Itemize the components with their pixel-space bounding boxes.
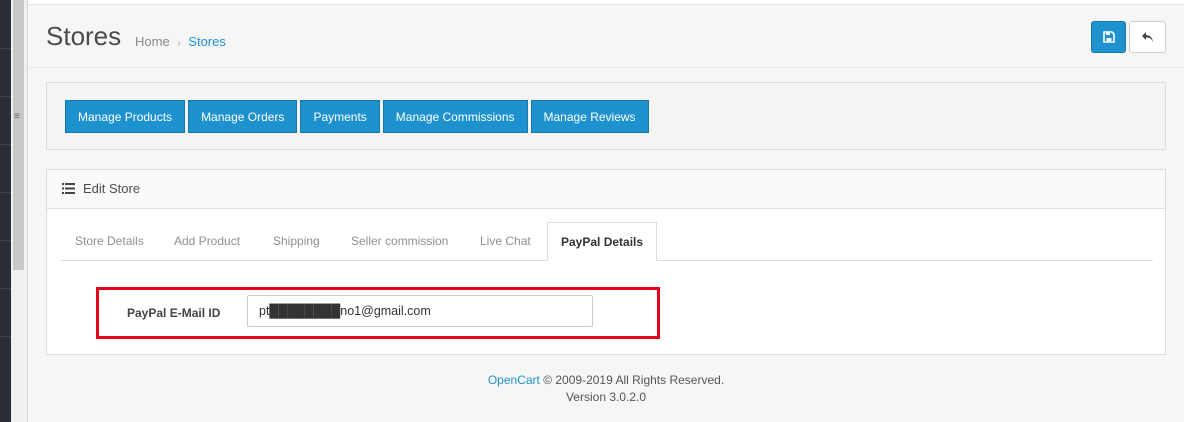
tab-shipping[interactable]: Shipping — [273, 222, 320, 260]
sidebar-scrollbar[interactable]: ≡ — [11, 0, 28, 422]
page-header: Stores Home › Stores — [28, 5, 1184, 68]
tab-live-chat[interactable]: Live Chat — [480, 222, 531, 260]
reply-icon — [1142, 32, 1153, 42]
left-sidebar-edge — [0, 0, 11, 422]
panel-heading: Edit Store — [47, 170, 1165, 209]
manage-products-button[interactable]: Manage Products — [65, 100, 186, 133]
manage-commissions-button[interactable]: Manage Commissions — [382, 100, 528, 133]
tab-paypal-details[interactable]: PayPal Details — [547, 222, 658, 261]
edit-store-panel: Edit Store Store Details Add Product Shi… — [46, 169, 1166, 355]
save-button[interactable] — [1091, 21, 1126, 53]
paypal-email-label: PayPal E-Mail ID — [127, 306, 221, 320]
tab-add-product[interactable]: Add Product — [174, 222, 240, 260]
payments-button[interactable]: Payments — [300, 100, 380, 133]
breadcrumb-home[interactable]: Home — [135, 34, 170, 49]
save-icon — [1102, 31, 1115, 43]
copyright-text: © 2009-2019 All Rights Reserved. — [543, 373, 725, 387]
version-text: Version 3.0.2.0 — [565, 390, 647, 404]
manage-reviews-button[interactable]: Manage Reviews — [530, 100, 649, 133]
list-icon — [62, 183, 75, 194]
panel-title: Edit Store — [83, 181, 141, 196]
opencart-link[interactable]: OpenCart — [488, 373, 540, 387]
footer: OpenCart © 2009-2019 All Rights Reserved… — [28, 372, 1184, 406]
scrollbar-thumb[interactable] — [13, 0, 24, 270]
page-title: Stores — [46, 21, 122, 51]
manage-orders-button[interactable]: Manage Orders — [188, 100, 298, 133]
manage-toolbar: Manage Products Manage Orders Payments M… — [46, 82, 1166, 150]
back-button[interactable] — [1129, 21, 1166, 53]
grip-icon: ≡ — [14, 111, 20, 122]
tab-bar: Store Details Add Product Shipping Selle… — [61, 222, 1153, 261]
paypal-email-input[interactable]: pt████████no1@gmail.com — [247, 295, 593, 327]
breadcrumb-stores[interactable]: Stores — [188, 34, 226, 49]
main-content: Stores Home › Stores Manage Products Man… — [28, 0, 1184, 422]
breadcrumb: Home › Stores — [135, 34, 226, 49]
tab-store-details[interactable]: Store Details — [75, 222, 144, 260]
tab-seller-commission[interactable]: Seller commission — [351, 222, 448, 260]
breadcrumb-separator: › — [177, 38, 181, 49]
